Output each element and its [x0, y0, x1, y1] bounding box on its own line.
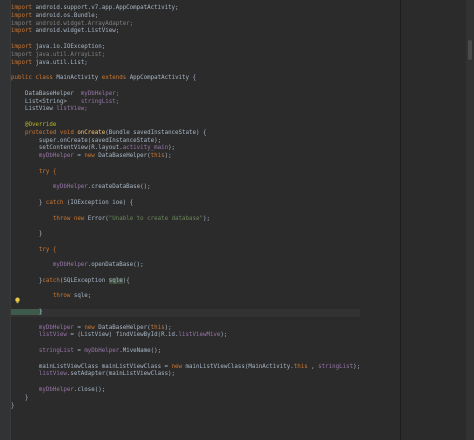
vertical-scrollbar[interactable] — [466, 0, 474, 440]
code-line[interactable]: import android.widget.ListView; — [11, 28, 360, 36]
code-line[interactable]: }catch(SQLException sqle){ — [11, 277, 360, 286]
code-line[interactable]: public class MainActivity extends AppCom… — [11, 75, 360, 83]
current-line[interactable]: } — [11, 309, 361, 317]
code-line[interactable]: setContentView(R.layout.activity_main); — [11, 145, 360, 153]
code-line[interactable]: throw sqle; — [11, 293, 360, 301]
code-line[interactable]: DataBaseHelper myDbHelper; — [11, 91, 360, 99]
editor-gutter[interactable] — [0, 0, 10, 440]
code-line[interactable]: mainListViewClass mainListViewClass = ne… — [11, 364, 360, 372]
code-line[interactable]: try { — [11, 247, 360, 255]
code-line[interactable]: } — [11, 231, 360, 239]
code-editor[interactable]: import android.support.v7.app.AppCompatA… — [0, 0, 474, 440]
code-line[interactable]: } catch (IOException ioe) { — [11, 200, 360, 208]
code-line[interactable]: stringList = myDbHelper.MiveName(); — [11, 348, 360, 356]
highlighted-variable[interactable]: sqle — [108, 277, 123, 284]
code-line[interactable]: listView = (ListView) findViewById(R.id.… — [11, 332, 360, 340]
code-line[interactable]: import android.support.v7.app.AppCompatA… — [11, 5, 360, 13]
code-line[interactable]: @Override — [11, 122, 360, 130]
lightbulb-icon[interactable] — [14, 297, 21, 304]
code-line[interactable]: myDbHelper.close(); — [11, 387, 360, 395]
code-line[interactable]: import java.io.IOException; — [11, 44, 360, 52]
code-line[interactable]: protected void onCreate(Bundle savedInst… — [11, 130, 360, 138]
code-line[interactable]: myDbHelper.openDataBase(); — [11, 262, 360, 270]
code-line[interactable]: throw new Error("Unable to create databa… — [11, 216, 360, 224]
code-line[interactable]: try { — [11, 169, 360, 177]
code-line[interactable]: import android.widget.ArrayAdapter; — [11, 21, 360, 29]
right-margin-area — [400, 0, 474, 440]
code-line[interactable]: } — [11, 403, 360, 411]
code-line[interactable]: ListView listView; — [11, 106, 360, 114]
code-line[interactable]: List<String> stringList; — [11, 99, 360, 107]
code-area[interactable]: import android.support.v7.app.AppCompatA… — [11, 5, 361, 411]
code-line[interactable]: super.onCreate(savedInstanceState); — [11, 138, 360, 146]
code-line[interactable]: import android.os.Bundle; — [11, 13, 360, 21]
code-line[interactable]: listView.setAdapter(mainListViewClass); — [11, 371, 360, 379]
code-line[interactable]: myDbHelper.createDataBase(); — [11, 184, 360, 192]
scrollbar-thumb[interactable] — [468, 40, 472, 60]
code-line[interactable]: import java.util.List; — [11, 60, 360, 68]
code-line[interactable]: myDbHelper = new DataBaseHelper(this); — [11, 325, 360, 333]
code-line[interactable]: myDbHelper = new DataBaseHelper(this); — [11, 153, 360, 161]
code-line[interactable]: } — [11, 395, 360, 403]
code-line[interactable]: import java.util.ArrayList; — [11, 52, 360, 60]
